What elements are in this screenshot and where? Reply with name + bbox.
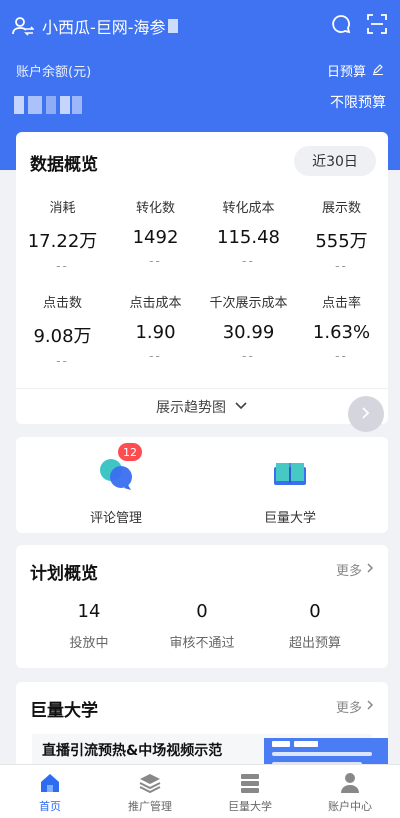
tab-account-center[interactable]: 账户中心 (300, 765, 400, 818)
show-trend-chart-button[interactable]: 展示趋势图 (16, 388, 388, 424)
metric-label: 展示数 (321, 201, 361, 216)
plan-stat-delivering[interactable]: 14 投放中 (34, 601, 144, 651)
daily-budget-edit[interactable]: 日预算 (327, 61, 384, 80)
stat-value: 0 (196, 601, 208, 622)
stat-label: 投放中 (69, 636, 109, 651)
metric-value: 555万 (315, 231, 368, 252)
metric-clicks[interactable]: 点击数 9.08万 -- (16, 292, 109, 368)
chevron-right-icon (366, 699, 374, 715)
plan-more-link[interactable]: 更多 (336, 560, 374, 579)
chevron-right-icon (366, 562, 374, 578)
article-title: 直播引流预热&中场视频示范 (42, 743, 223, 759)
metric-delta: -- (335, 259, 348, 273)
metric-cpm[interactable]: 千次展示成本 30.99 -- (202, 292, 295, 363)
metric-conversions[interactable]: 转化数 1492 -- (109, 197, 202, 268)
home-icon (38, 771, 62, 795)
academy-more-link[interactable]: 更多 (336, 697, 374, 716)
metric-delta: -- (335, 349, 348, 363)
account-switcher[interactable]: 小西瓜-巨网-海参 (12, 14, 178, 38)
metric-value: 30.99 (222, 322, 275, 343)
comment-management-entry[interactable]: 12 评论管理 (56, 443, 176, 526)
trend-toggle-label: 展示趋势图 (156, 399, 226, 416)
tab-academy[interactable]: 巨量大学 (200, 765, 300, 818)
open-book-icon (270, 453, 310, 493)
metric-delta: -- (149, 349, 162, 363)
plan-stat-rejected[interactable]: 0 审核不通过 (147, 601, 257, 651)
academy-card: 巨量大学 更多 直播引流预热&中场视频示范 (16, 682, 388, 772)
stat-value: 14 (77, 601, 101, 622)
academy-entry[interactable]: 巨量大学 (230, 453, 350, 526)
budget-label: 日预算 (326, 65, 366, 80)
layers-icon (138, 771, 162, 795)
metric-value: 1.90 (135, 322, 176, 343)
metric-delta: -- (56, 259, 69, 273)
academy-title: 巨量大学 (30, 701, 98, 721)
edit-icon (372, 63, 384, 79)
plan-title: 计划概览 (30, 564, 98, 584)
metric-conversion-cost[interactable]: 转化成本 115.48 -- (202, 197, 295, 268)
balance-value-masked (14, 96, 82, 114)
book-stack-icon (238, 771, 262, 795)
metric-ctr[interactable]: 点击率 1.63% -- (295, 292, 388, 363)
chevron-right-icon (361, 405, 371, 424)
stat-value: 0 (309, 601, 321, 622)
tab-label: 首页 (39, 800, 61, 813)
chat-icon[interactable] (330, 13, 352, 39)
tab-label: 巨量大学 (228, 800, 272, 813)
budget-value: 不限预算 (330, 95, 386, 111)
metric-label: 点击数 (42, 296, 82, 311)
tab-home[interactable]: 首页 (0, 765, 100, 818)
metric-label: 转化数 (135, 201, 175, 216)
user-icon (338, 771, 362, 795)
scan-icon[interactable] (366, 13, 388, 39)
unread-badge: 12 (118, 443, 142, 461)
bottom-tab-bar: 首页 推广管理 巨量大学 账户中心 (0, 764, 400, 818)
overview-title: 数据概览 (30, 155, 98, 175)
account-name: 小西瓜-巨网-海参 (42, 18, 166, 37)
metric-value: 115.48 (217, 227, 280, 248)
metric-delta: -- (149, 254, 162, 268)
switch-account-icon (12, 15, 34, 37)
metric-click-cost[interactable]: 点击成本 1.90 -- (109, 292, 202, 363)
masked-text (167, 19, 178, 33)
plan-overview-card: 计划概览 更多 14 投放中 0 审核不通过 0 超出预算 (16, 545, 388, 668)
tool-label: 巨量大学 (263, 511, 316, 526)
chevron-down-icon (234, 399, 248, 415)
metric-label: 千次展示成本 (209, 296, 288, 311)
metric-delta: -- (56, 354, 69, 368)
balance-label: 账户余额(元) (16, 65, 92, 80)
period-selector[interactable]: 近30日 (294, 146, 376, 176)
metric-value: 17.22万 (27, 231, 98, 252)
quick-tools-card: 12 评论管理 巨量大学 (16, 437, 388, 533)
tab-label: 推广管理 (128, 800, 172, 813)
tab-promotion-management[interactable]: 推广管理 (100, 765, 200, 818)
metric-label: 点击成本 (129, 296, 182, 311)
metric-value: 1.63% (312, 322, 371, 343)
metric-delta: -- (242, 349, 255, 363)
comment-bubbles-icon: 12 (96, 443, 142, 493)
metric-value: 1492 (132, 227, 179, 248)
metric-value: 9.08万 (33, 326, 92, 347)
floating-next-button[interactable] (348, 396, 384, 432)
metric-impressions[interactable]: 展示数 555万 -- (295, 197, 388, 273)
stat-label: 超出预算 (288, 636, 341, 651)
more-label: 更多 (335, 701, 362, 716)
data-overview-card: 数据概览 近30日 消耗 17.22万 -- 转化数 1492 -- 转化成本 … (16, 132, 388, 424)
tab-label: 账户中心 (328, 800, 372, 813)
tool-label: 评论管理 (89, 511, 142, 526)
metric-delta: -- (242, 254, 255, 268)
metric-cost[interactable]: 消耗 17.22万 -- (16, 197, 109, 273)
metric-label: 转化成本 (222, 201, 275, 216)
more-label: 更多 (335, 564, 362, 579)
metric-label: 点击率 (321, 296, 361, 311)
plan-stat-over-budget[interactable]: 0 超出预算 (260, 601, 370, 651)
top-bar: 小西瓜-巨网-海参 (12, 12, 388, 40)
metric-label: 消耗 (49, 201, 76, 216)
stat-label: 审核不通过 (169, 636, 235, 651)
